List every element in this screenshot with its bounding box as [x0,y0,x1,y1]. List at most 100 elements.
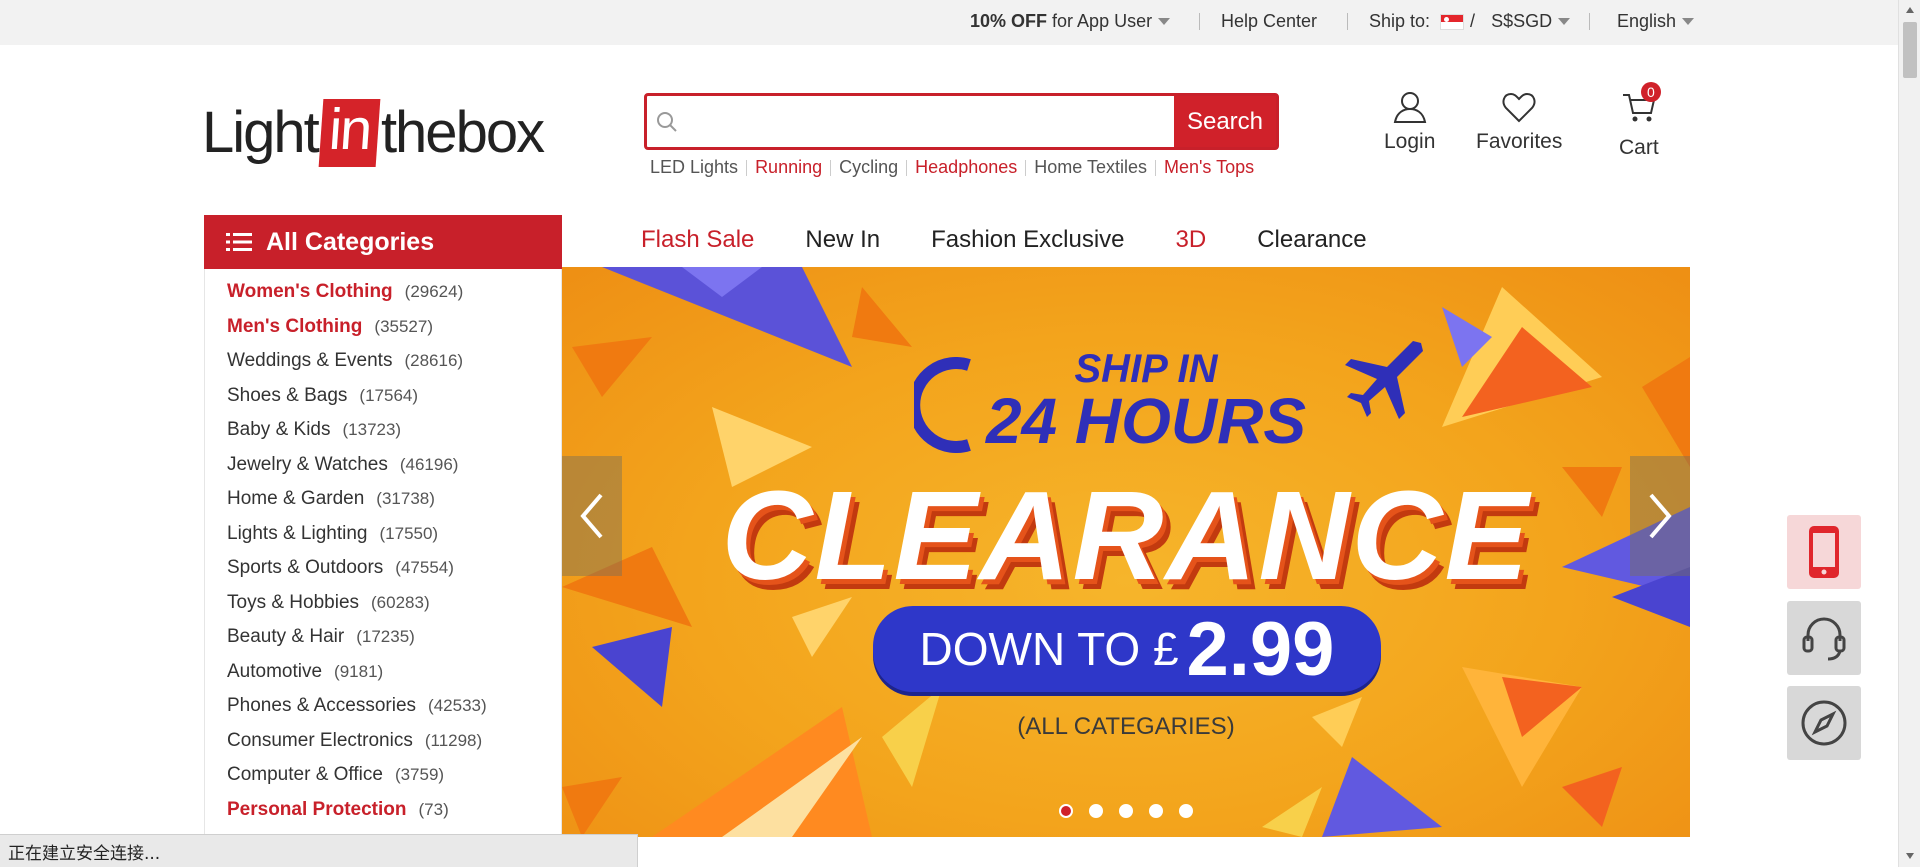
explore-button[interactable] [1787,686,1861,760]
carousel-dot[interactable] [1059,804,1073,818]
page-scrollbar[interactable] [1898,0,1920,867]
category-name: Shoes & Bags [227,384,348,406]
category-count: (60283) [371,592,430,612]
category-count: (28616) [404,351,464,371]
category-item[interactable]: Home & Garden (31738) [205,482,561,517]
app-promo-link[interactable]: 10% OFF for App User [970,11,1171,32]
category-name: Sports & Outdoors [227,557,384,579]
nav-link[interactable]: Clearance [1257,226,1366,254]
category-item[interactable]: Personal Protection (73) [205,793,561,828]
customer-service-button[interactable] [1787,601,1861,675]
category-count: (29624) [404,282,464,302]
banner-ship-text: SHIP IN 24 HOURS [562,347,1690,458]
banner-ship-line2: 24 HOURS [985,385,1307,457]
category-name: Home & Garden [227,488,365,510]
category-item[interactable]: Jewelry & Watches (46196) [205,448,561,483]
nav-link[interactable]: 3D [1176,226,1207,254]
category-count: (46196) [399,454,459,474]
promo-banner[interactable]: SHIP IN 24 HOURS CLEARANCE DOWN TO £ 2.9… [562,267,1690,837]
banner-note: (ALL CATEGARIES) [1017,713,1235,740]
help-center-link[interactable]: Help Center [1221,11,1317,32]
banner-prev-button[interactable] [562,456,622,576]
category-count: (17550) [379,523,439,543]
carousel-dot[interactable] [1119,804,1133,818]
user-icon [1393,92,1426,123]
cart-button[interactable]: 0 Cart [1619,82,1661,160]
category-count: (42533) [428,696,487,716]
category-name: Beauty & Hair [227,626,345,648]
carousel-dot[interactable] [1179,804,1193,818]
login-label: Login [1384,130,1436,153]
hot-search-link[interactable]: Running [755,157,822,178]
category-count: (3759) [394,765,445,785]
carousel-dots [562,804,1690,818]
category-item[interactable]: Women's Clothing (29624) [205,275,561,310]
site-logo[interactable]: Light in thebox [202,97,545,167]
hot-search-link[interactable]: Men's Tops [1164,157,1254,178]
category-name: Toys & Hobbies [227,591,360,613]
category-item[interactable]: Men's Clothing (35527) [205,310,561,345]
category-name: Lights & Lighting [227,522,368,544]
help-center-label: Help Center [1221,11,1318,31]
login-button[interactable]: Login [1384,90,1435,154]
category-item[interactable]: Shoes & Bags (17564) [205,379,561,414]
category-name: Automotive [227,660,323,682]
divider [1347,13,1348,30]
all-categories-button[interactable]: All Categories [204,215,562,269]
compass-icon [1801,700,1847,746]
hot-search-link[interactable]: Headphones [915,157,1017,178]
hot-link-divider [1025,159,1027,176]
category-item[interactable]: Automotive (9181) [205,655,561,690]
category-name: Weddings & Events [227,350,393,372]
search-button[interactable]: Search [1174,96,1276,147]
category-item[interactable]: Beauty & Hair (17235) [205,620,561,655]
hot-link-divider [906,159,908,176]
banner-price-pill: DOWN TO £ 2.99 [873,606,1381,692]
divider [1589,13,1590,30]
language-selector[interactable]: English [1617,11,1695,32]
customer-service-icon [1802,617,1846,661]
category-list: Women's Clothing (29624) Men's Clothing (35… [204,269,562,867]
carousel-dot[interactable] [1089,804,1103,818]
hot-search-links: LED Lights Running Cycling Headphones Home T… [650,157,1254,178]
language-label: English [1617,11,1677,31]
category-item[interactable]: Lights & Lighting (17550) [205,517,561,552]
scrollbar-thumb[interactable] [1903,22,1917,78]
singapore-flag-icon [1440,13,1465,30]
ship-to-label: Ship to: [1369,11,1431,31]
logo-text-thebox: thebox [380,100,545,165]
category-item[interactable]: Baby & Kids (13723) [205,413,561,448]
hot-search-link[interactable]: Cycling [839,157,898,178]
banner-next-button[interactable] [1630,456,1690,576]
nav-link[interactable]: Fashion Exclusive [931,226,1124,254]
category-item[interactable]: Sports & Outdoors (47554) [205,551,561,586]
list-icon [226,233,252,251]
category-name: Women's Clothing [227,281,393,303]
hot-search-link[interactable]: Home Textiles [1034,157,1147,178]
search-input[interactable] [687,96,1174,147]
cart-icon-wrap: 0 [1621,82,1661,136]
category-count: (13723) [342,420,402,440]
hot-search-link[interactable]: LED Lights [650,157,738,178]
ship-to-selector[interactable]: Ship to: / S$SGD [1369,11,1571,32]
nav-link[interactable]: New In [805,226,880,254]
category-item[interactable]: Weddings & Events (28616) [205,344,561,379]
mobile-app-button[interactable] [1787,515,1861,589]
top-utility-bar: 10% OFF for App User Help Center Ship to… [0,0,1898,45]
hot-link-divider [746,159,748,176]
carousel-dot[interactable] [1149,804,1163,818]
promo-bold-text: 10% OFF [970,11,1048,31]
category-count: (47554) [395,558,454,578]
category-item[interactable]: Computer & Office (3759) [205,758,561,793]
heart-icon [1502,92,1536,123]
category-item[interactable]: Phones & Accessories (42533) [205,689,561,724]
all-categories-label: All Categories [266,227,435,256]
chevron-down-icon [1158,18,1171,25]
cart-count-badge: 0 [1640,82,1661,102]
mobile-app-icon [1809,526,1839,578]
category-item[interactable]: Consumer Electronics (11298) [205,724,561,759]
favorites-button[interactable]: Favorites [1476,90,1562,154]
nav-link[interactable]: Flash Sale [641,226,754,254]
scroll-up-icon [1906,7,1914,13]
category-item[interactable]: Toys & Hobbies (60283) [205,586,561,621]
